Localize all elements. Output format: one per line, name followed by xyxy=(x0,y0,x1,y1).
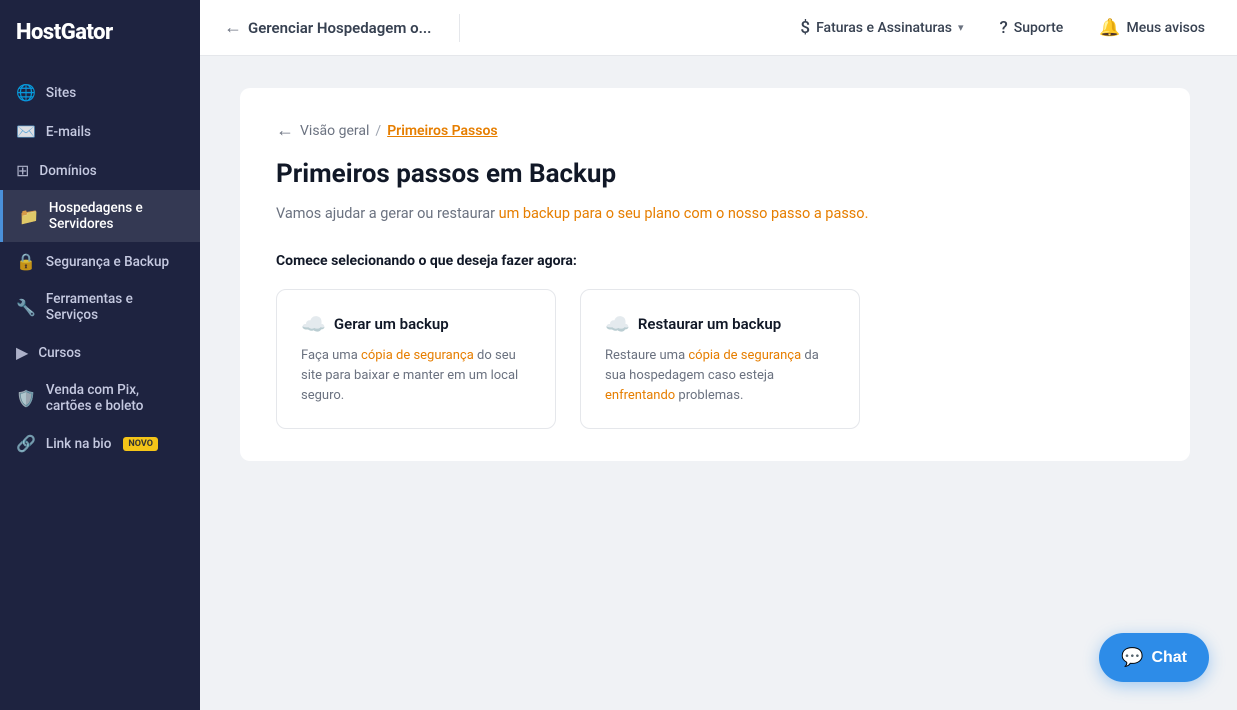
section-label: Comece selecionando o que deseja fazer a… xyxy=(276,253,1154,269)
gerar-backup-desc: Faça uma cópia de segurança do seu site … xyxy=(301,346,531,406)
gerar-backup-card[interactable]: ☁️ Gerar um backup Faça uma cópia de seg… xyxy=(276,289,556,429)
avisos-label: Meus avisos xyxy=(1126,20,1205,36)
breadcrumb-link[interactable]: Visão geral xyxy=(300,123,369,139)
restaurar-backup-card[interactable]: ☁️ Restaurar um backup Restaure uma cópi… xyxy=(580,289,860,429)
topnav-title: Gerenciar Hospedagem o... xyxy=(248,19,431,37)
courses-icon: ▶ xyxy=(16,343,28,362)
back-arrow-icon: ← xyxy=(224,17,242,38)
restaurar-backup-title: Restaurar um backup xyxy=(638,315,781,333)
sidebar-item-label: Ferramentas e Serviços xyxy=(46,291,184,323)
desc-highlight: um backup para o seu plano com o nosso p… xyxy=(499,205,869,222)
topnav-divider xyxy=(459,14,460,42)
new-badge: NOVO xyxy=(123,437,158,451)
gerar-backup-header: ☁️ Gerar um backup xyxy=(301,312,531,336)
chat-button[interactable]: 💬 Chat xyxy=(1099,633,1209,682)
breadcrumb-current[interactable]: Primeiros Passos xyxy=(387,123,497,139)
main-area: ← Gerenciar Hospedagem o... $ Faturas e … xyxy=(200,0,1237,710)
sidebar-item-label: Segurança e Backup xyxy=(46,254,169,270)
chat-icon: 💬 xyxy=(1121,647,1143,668)
tools-icon: 🔧 xyxy=(16,298,36,317)
sidebar-item-label: Sites xyxy=(46,85,76,101)
domains-icon: ⊞ xyxy=(16,161,29,180)
chat-label: Chat xyxy=(1151,649,1187,667)
sidebar-item-dominios[interactable]: ⊞ Domínios xyxy=(0,151,200,190)
sidebar-item-link[interactable]: 🔗 Link na bio NOVO xyxy=(0,424,200,463)
sidebar-item-hospedagens[interactable]: 📁 Hospedagens e Servidores xyxy=(0,190,200,242)
email-icon: ✉️ xyxy=(16,122,36,141)
faturas-button[interactable]: $ Faturas e Assinaturas ▾ xyxy=(792,12,971,44)
topnav-right: $ Faturas e Assinaturas ▾ ? Suporte 🔔 Me… xyxy=(792,12,1213,44)
bell-icon: 🔔 xyxy=(1099,18,1120,38)
sidebar-item-label: Cursos xyxy=(38,345,81,361)
page-title: Primeiros passos em Backup xyxy=(276,159,1154,189)
sidebar: HostGator 🌐 Sites ✉️ E-mails ⊞ Domínios … xyxy=(0,0,200,710)
sidebar-item-label: Link na bio xyxy=(46,436,111,452)
content-area: ← Visão geral / Primeiros Passos Primeir… xyxy=(200,56,1237,710)
globe-icon: 🌐 xyxy=(16,83,36,102)
breadcrumb-separator: / xyxy=(375,123,381,139)
sidebar-item-sites[interactable]: 🌐 Sites xyxy=(0,73,200,112)
suporte-label: Suporte xyxy=(1014,20,1064,36)
link-icon: 🔗 xyxy=(16,434,36,453)
breadcrumb-back-icon[interactable]: ← xyxy=(276,120,294,141)
page-description: Vamos ajudar a gerar ou restaurar um bac… xyxy=(276,203,1154,225)
sidebar-item-label: Hospedagens e Servidores xyxy=(49,200,184,232)
desc-highlight-enfrentando: enfrentando xyxy=(605,388,675,403)
sidebar-item-label: Venda com Pix, cartões e boleto xyxy=(46,382,184,414)
gerar-backup-title: Gerar um backup xyxy=(334,315,449,333)
topnav: ← Gerenciar Hospedagem o... $ Faturas e … xyxy=(200,0,1237,56)
logo: HostGator xyxy=(0,0,200,65)
options-row: ☁️ Gerar um backup Faça uma cópia de seg… xyxy=(276,289,1154,429)
security-icon: 🔒 xyxy=(16,252,36,271)
sidebar-item-label: Domínios xyxy=(39,163,96,179)
sidebar-item-emails[interactable]: ✉️ E-mails xyxy=(0,112,200,151)
avisos-button[interactable]: 🔔 Meus avisos xyxy=(1091,12,1213,44)
sidebar-item-ferramentas[interactable]: 🔧 Ferramentas e Serviços xyxy=(0,281,200,333)
shield-icon: 🛡️ xyxy=(16,389,36,408)
suporte-button[interactable]: ? Suporte xyxy=(991,12,1071,44)
content-card: ← Visão geral / Primeiros Passos Primeir… xyxy=(240,88,1190,461)
sidebar-item-venda[interactable]: 🛡️ Venda com Pix, cartões e boleto xyxy=(0,372,200,424)
breadcrumb: ← Visão geral / Primeiros Passos xyxy=(276,120,1154,141)
cloud-upload-icon: ☁️ xyxy=(301,312,326,336)
desc-highlight-gerar: cópia de segurança xyxy=(361,348,474,363)
sidebar-item-cursos[interactable]: ▶ Cursos xyxy=(0,333,200,372)
cloud-download-icon: ☁️ xyxy=(605,312,630,336)
dollar-icon: $ xyxy=(800,18,810,38)
topnav-back-button[interactable]: ← Gerenciar Hospedagem o... xyxy=(224,17,431,38)
faturas-label: Faturas e Assinaturas xyxy=(816,20,952,36)
sidebar-nav: 🌐 Sites ✉️ E-mails ⊞ Domínios 📁 Hospedag… xyxy=(0,65,200,710)
desc-highlight-restaurar: cópia de segurança xyxy=(688,348,801,363)
restaurar-backup-desc: Restaure uma cópia de segurança da sua h… xyxy=(605,346,835,406)
sidebar-item-label: E-mails xyxy=(46,124,91,140)
help-icon: ? xyxy=(999,18,1007,38)
chevron-down-icon: ▾ xyxy=(958,21,964,34)
sidebar-item-seguranca[interactable]: 🔒 Segurança e Backup xyxy=(0,242,200,281)
hosting-icon: 📁 xyxy=(19,207,39,226)
restaurar-backup-header: ☁️ Restaurar um backup xyxy=(605,312,835,336)
